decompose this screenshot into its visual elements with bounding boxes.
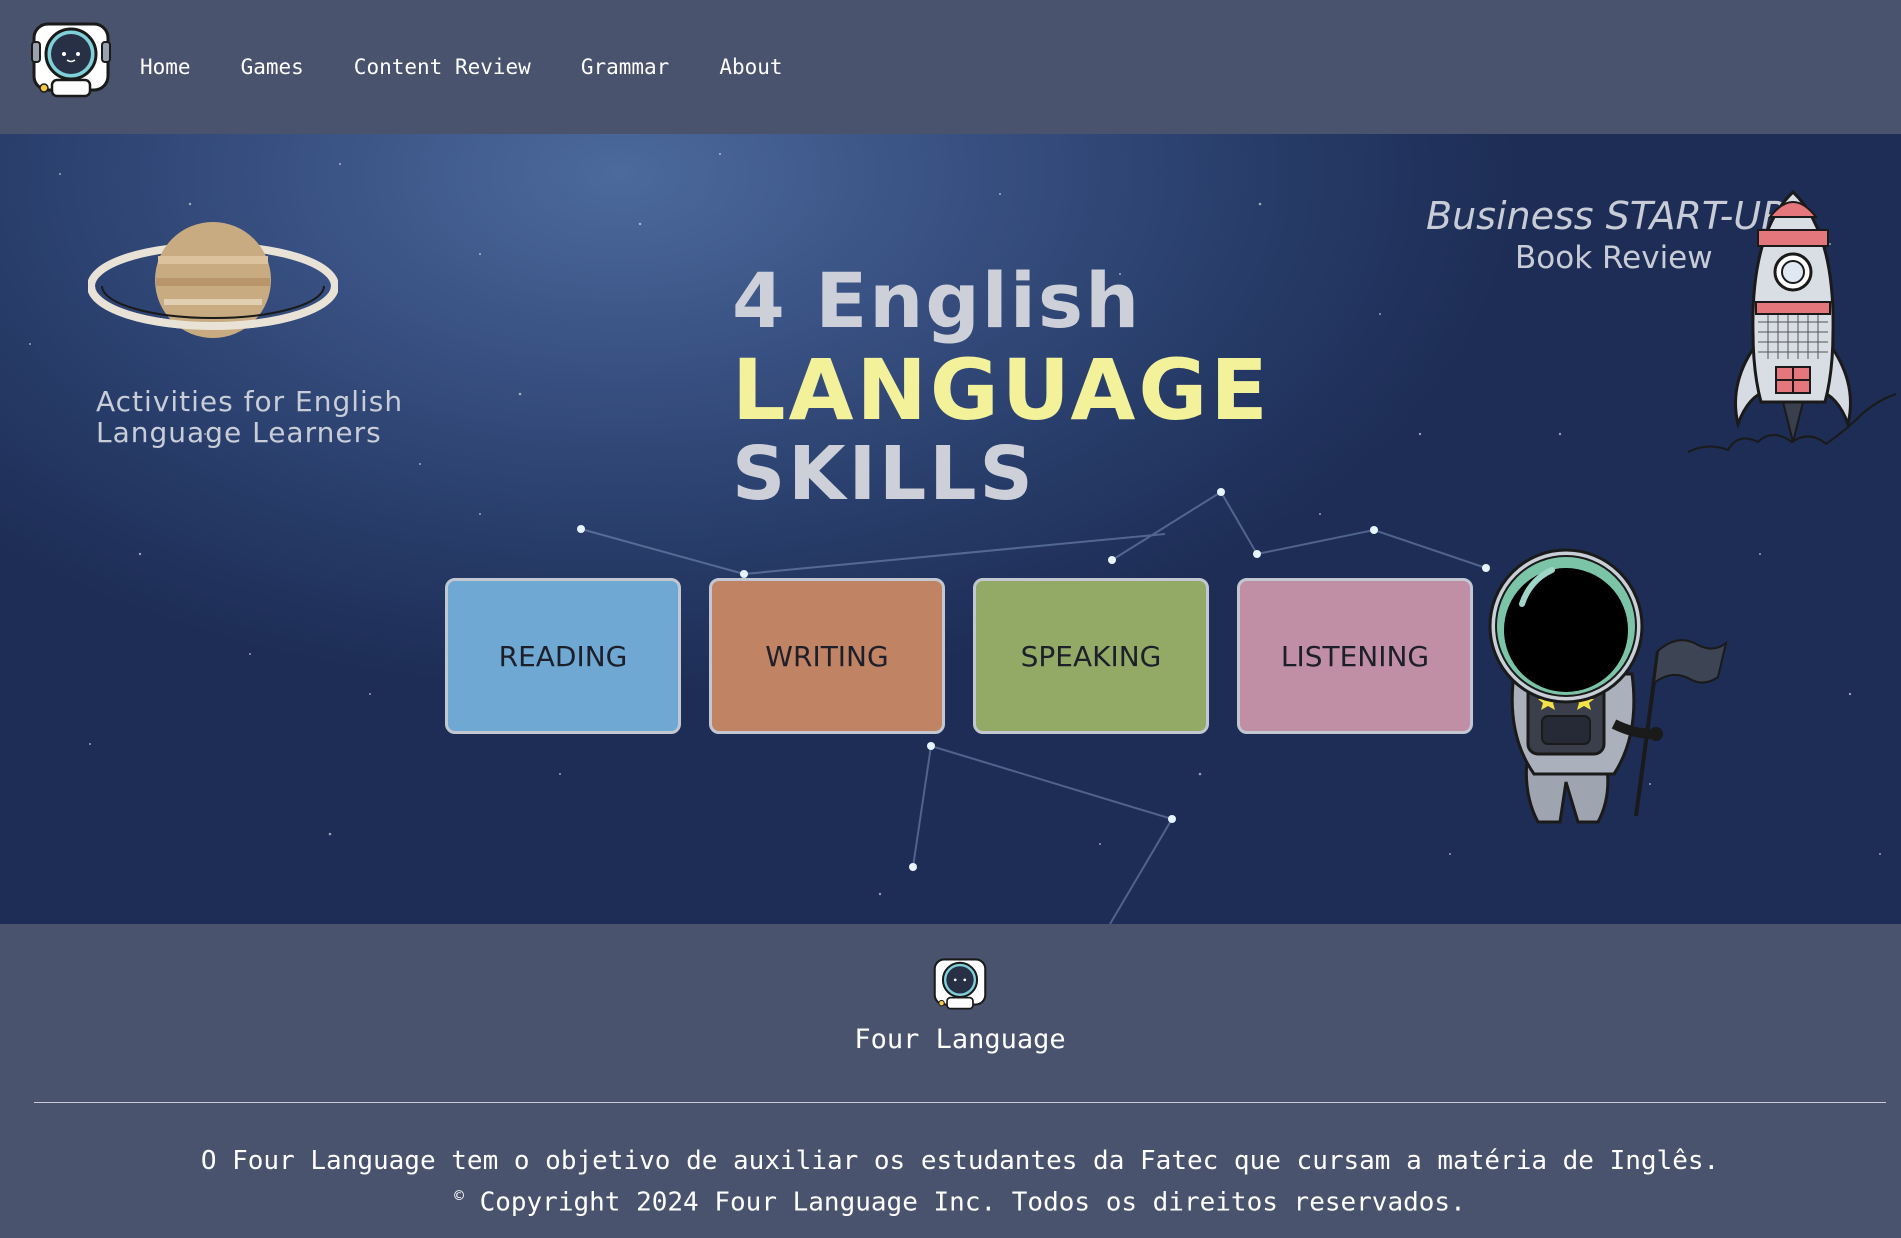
saturn-icon	[88, 222, 338, 338]
skill-reading-button[interactable]: READING	[445, 578, 681, 734]
footer-divider	[34, 1102, 1886, 1103]
nav-grammar[interactable]: Grammar	[581, 55, 670, 79]
skill-speaking-button[interactable]: SPEAKING	[973, 578, 1209, 734]
navbar: Home Games Content Review Grammar About	[0, 0, 1901, 134]
astronaut-logo-icon	[933, 958, 987, 1010]
nav-games[interactable]: Games	[241, 55, 304, 79]
hero-title-line1: 4 English	[732, 256, 1142, 345]
hero-subtitle-line2: Language Learners	[96, 416, 382, 449]
footer: Four Language O Four Language tem o obje…	[0, 924, 1901, 1238]
promo-subtitle[interactable]: Book Review	[1515, 240, 1713, 276]
skill-writing-button[interactable]: WRITING	[709, 578, 945, 734]
footer-copyright: © Copyright 2024 Four Language Inc. Todo…	[0, 1186, 1901, 1218]
copyright-symbol: ©	[454, 1186, 464, 1205]
footer-description: O Four Language tem o objetivo de auxili…	[200, 1146, 1720, 1176]
skill-listening-button[interactable]: LISTENING	[1237, 578, 1473, 734]
nav-home[interactable]: Home	[140, 55, 191, 79]
rocket-icon[interactable]	[1688, 182, 1898, 462]
nav-content-review[interactable]: Content Review	[354, 55, 531, 79]
hero-title-line2: LANGUAGE	[732, 341, 1271, 439]
hero-banner: Activities for English Language Learners…	[0, 134, 1901, 924]
astronaut-with-flag-icon	[1488, 548, 1728, 824]
hero-subtitle: Activities for English Language Learners	[96, 386, 456, 448]
hero-subtitle-line1: Activities for English	[96, 385, 404, 418]
copyright-text: Copyright 2024 Four Language Inc. Todos …	[479, 1187, 1466, 1218]
astronaut-logo-icon[interactable]	[30, 20, 112, 100]
nav-about[interactable]: About	[719, 55, 782, 79]
hero-title-line3: SKILLS	[732, 431, 1036, 517]
footer-brand: Four Language	[854, 1024, 1066, 1055]
nav-menu: Home Games Content Review Grammar About	[140, 0, 833, 134]
